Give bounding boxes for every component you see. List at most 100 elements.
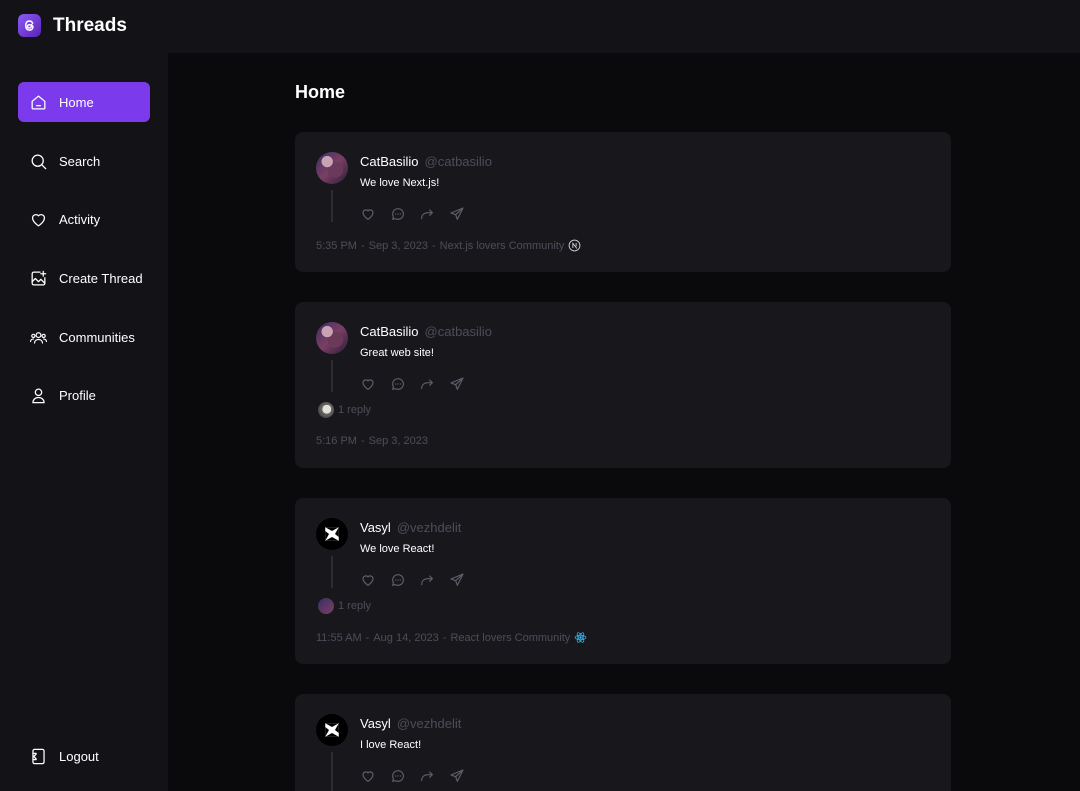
app-title: Threads bbox=[53, 14, 127, 36]
thread-date: Sep 3, 2023 bbox=[368, 435, 428, 447]
logout-icon bbox=[32, 748, 45, 764]
sidebar-label-communities: Communities bbox=[59, 329, 135, 345]
reply-bubble-icon[interactable] bbox=[390, 206, 406, 222]
thread-meta: 11:55 AM - Aug 14, 2023 - React lovers C… bbox=[316, 631, 587, 644]
author-handle: @vezhdelit bbox=[396, 520, 462, 535]
meta-separator: - bbox=[360, 239, 365, 252]
thread-time: 5:16 PM bbox=[316, 435, 357, 447]
thread-card[interactable]: Vasyl @vezhdelit We love React! 1 reply … bbox=[295, 498, 951, 664]
replies-link[interactable]: 1 reply bbox=[318, 402, 371, 418]
like-heart-icon[interactable] bbox=[360, 376, 376, 392]
repost-icon[interactable] bbox=[419, 376, 435, 392]
vasyl-logo-icon bbox=[325, 527, 339, 541]
sidebar-label-create-thread: Create Thread bbox=[59, 270, 143, 286]
like-heart-icon[interactable] bbox=[360, 206, 376, 222]
author-row[interactable]: CatBasilio @catbasilio bbox=[360, 154, 492, 169]
sidebar-label-activity: Activity bbox=[59, 211, 101, 227]
author-name[interactable]: CatBasilio bbox=[360, 324, 419, 339]
threads-logo-icon bbox=[18, 14, 41, 37]
author-row[interactable]: CatBasilio @catbasilio bbox=[360, 324, 492, 339]
meta-separator: - bbox=[360, 435, 365, 447]
thread-time: 11:55 AM bbox=[316, 631, 362, 644]
author-row[interactable]: Vasyl @vezhdelit bbox=[360, 716, 461, 731]
thread-actions bbox=[360, 206, 478, 222]
thread-line bbox=[331, 556, 333, 588]
author-handle: @catbasilio bbox=[424, 324, 492, 339]
left-sidebar: Home Search Activity Create Thread Commu… bbox=[0, 53, 168, 791]
heart-icon bbox=[31, 213, 46, 226]
avatar[interactable] bbox=[316, 152, 348, 184]
author-handle: @vezhdelit bbox=[396, 716, 462, 731]
like-heart-icon[interactable] bbox=[360, 572, 376, 588]
sidebar-item-communities[interactable]: Communities bbox=[18, 317, 150, 357]
create-thread-icon bbox=[31, 270, 47, 285]
author-handle: @catbasilio bbox=[424, 154, 492, 169]
reply-count[interactable]: 1 reply bbox=[338, 600, 371, 612]
meta-separator: - bbox=[442, 631, 447, 644]
page-title: Home bbox=[295, 82, 346, 102]
thread-line bbox=[331, 190, 333, 222]
sidebar-item-create-thread[interactable]: Create Thread bbox=[18, 258, 150, 298]
thread-text: We love Next.js! bbox=[360, 177, 440, 189]
vasyl-logo-icon bbox=[325, 723, 339, 737]
repost-icon[interactable] bbox=[419, 572, 435, 588]
thread-card[interactable]: CatBasilio @catbasilio Great web site! 1… bbox=[295, 302, 951, 468]
thread-actions bbox=[360, 572, 478, 588]
thread-line bbox=[331, 360, 333, 392]
home-icon bbox=[31, 95, 46, 109]
main-content: Home CatBasilio @catbasilio We love Next… bbox=[168, 53, 1080, 791]
like-heart-icon[interactable] bbox=[360, 768, 376, 784]
reply-avatar bbox=[318, 402, 334, 418]
sidebar-label-home: Home bbox=[59, 94, 94, 110]
thread-date: Sep 3, 2023 bbox=[368, 239, 428, 252]
author-name[interactable]: CatBasilio bbox=[360, 154, 419, 169]
thread-card[interactable]: Vasyl @vezhdelit I love React! bbox=[295, 694, 951, 791]
community-link[interactable]: React lovers Community bbox=[450, 632, 570, 644]
brand[interactable]: Threads bbox=[18, 14, 127, 37]
share-send-icon[interactable] bbox=[449, 768, 465, 784]
thread-line bbox=[331, 752, 333, 791]
communities-icon bbox=[29, 331, 48, 344]
thread-date: Aug 14, 2023 bbox=[373, 631, 439, 644]
sidebar-label-search: Search bbox=[59, 153, 101, 169]
share-send-icon[interactable] bbox=[449, 206, 465, 222]
nextjs-icon[interactable] bbox=[568, 239, 581, 252]
reply-avatar bbox=[318, 598, 334, 614]
meta-separator: - bbox=[365, 631, 370, 644]
author-name[interactable]: Vasyl bbox=[360, 520, 391, 535]
share-send-icon[interactable] bbox=[449, 376, 465, 392]
user-icon bbox=[32, 388, 45, 403]
sidebar-item-home[interactable]: Home bbox=[18, 82, 150, 122]
reply-bubble-icon[interactable] bbox=[390, 376, 406, 392]
thread-text: I love React! bbox=[360, 739, 422, 751]
thread-actions bbox=[360, 768, 478, 784]
reply-bubble-icon[interactable] bbox=[390, 768, 406, 784]
thread-time: 5:35 PM bbox=[316, 239, 357, 252]
replies-link[interactable]: 1 reply bbox=[318, 598, 371, 614]
thread-text: We love React! bbox=[360, 543, 435, 555]
sidebar-label-logout: Logout bbox=[59, 748, 99, 764]
thread-text: Great web site! bbox=[360, 347, 434, 359]
thread-actions bbox=[360, 376, 478, 392]
meta-separator: - bbox=[431, 239, 436, 252]
thread-card[interactable]: CatBasilio @catbasilio We love Next.js! … bbox=[295, 132, 951, 272]
repost-icon[interactable] bbox=[419, 206, 435, 222]
sidebar-item-search[interactable]: Search bbox=[18, 141, 150, 181]
sidebar-item-activity[interactable]: Activity bbox=[18, 199, 150, 239]
share-send-icon[interactable] bbox=[449, 572, 465, 588]
reply-bubble-icon[interactable] bbox=[390, 572, 406, 588]
top-bar: Threads bbox=[0, 0, 1080, 53]
author-row[interactable]: Vasyl @vezhdelit bbox=[360, 520, 461, 535]
sidebar-item-profile[interactable]: Profile bbox=[18, 375, 150, 415]
logout-button[interactable]: Logout bbox=[18, 736, 150, 776]
community-link[interactable]: Next.js lovers Community bbox=[440, 240, 565, 252]
react-icon[interactable] bbox=[574, 631, 587, 644]
reply-count[interactable]: 1 reply bbox=[338, 404, 371, 416]
avatar[interactable] bbox=[316, 714, 348, 746]
sidebar-label-profile: Profile bbox=[59, 387, 96, 403]
avatar[interactable] bbox=[316, 518, 348, 550]
repost-icon[interactable] bbox=[419, 768, 435, 784]
author-name[interactable]: Vasyl bbox=[360, 716, 391, 731]
thread-meta: 5:35 PM - Sep 3, 2023 - Next.js lovers C… bbox=[316, 239, 581, 252]
avatar[interactable] bbox=[316, 322, 348, 354]
